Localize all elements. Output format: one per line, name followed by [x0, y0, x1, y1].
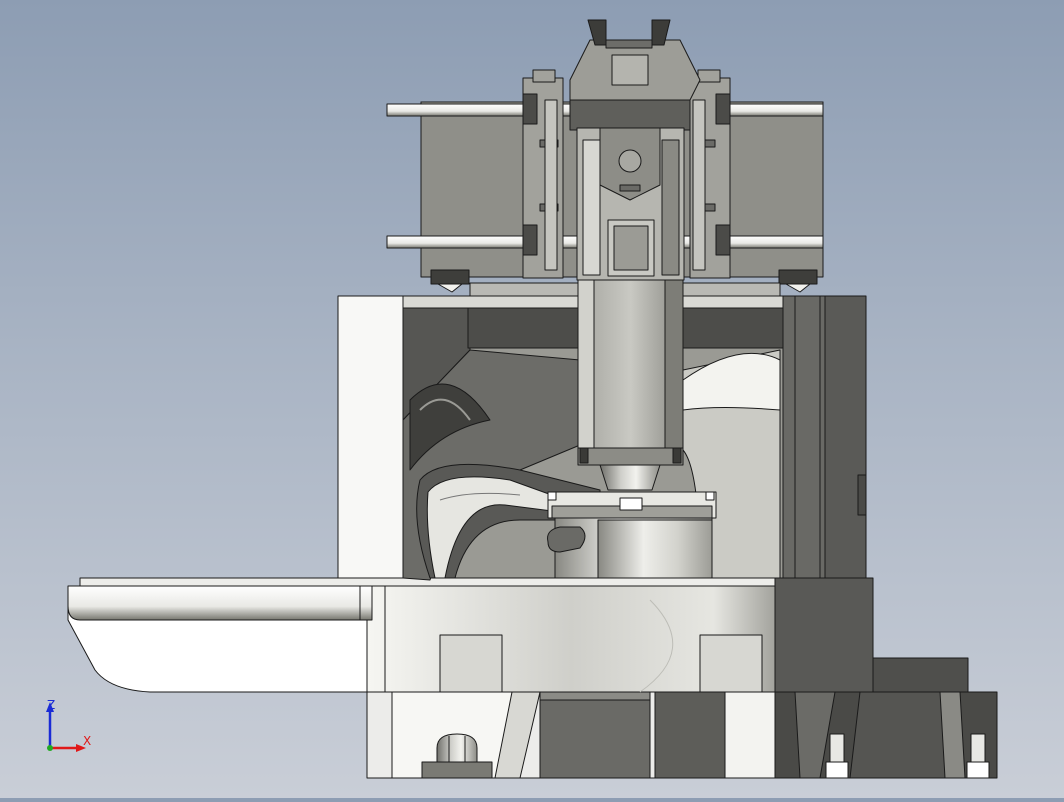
coordinate-triad: Z X — [40, 696, 100, 756]
z-axis-label: Z — [47, 698, 56, 712]
x-axis-label: X — [83, 734, 92, 748]
cad-graphics-viewport[interactable]: Z X — [0, 0, 1064, 798]
spindle-carriage — [386, 19, 824, 297]
machine-base — [67, 577, 998, 779]
machine-model — [67, 19, 998, 779]
spindle — [577, 279, 684, 491]
